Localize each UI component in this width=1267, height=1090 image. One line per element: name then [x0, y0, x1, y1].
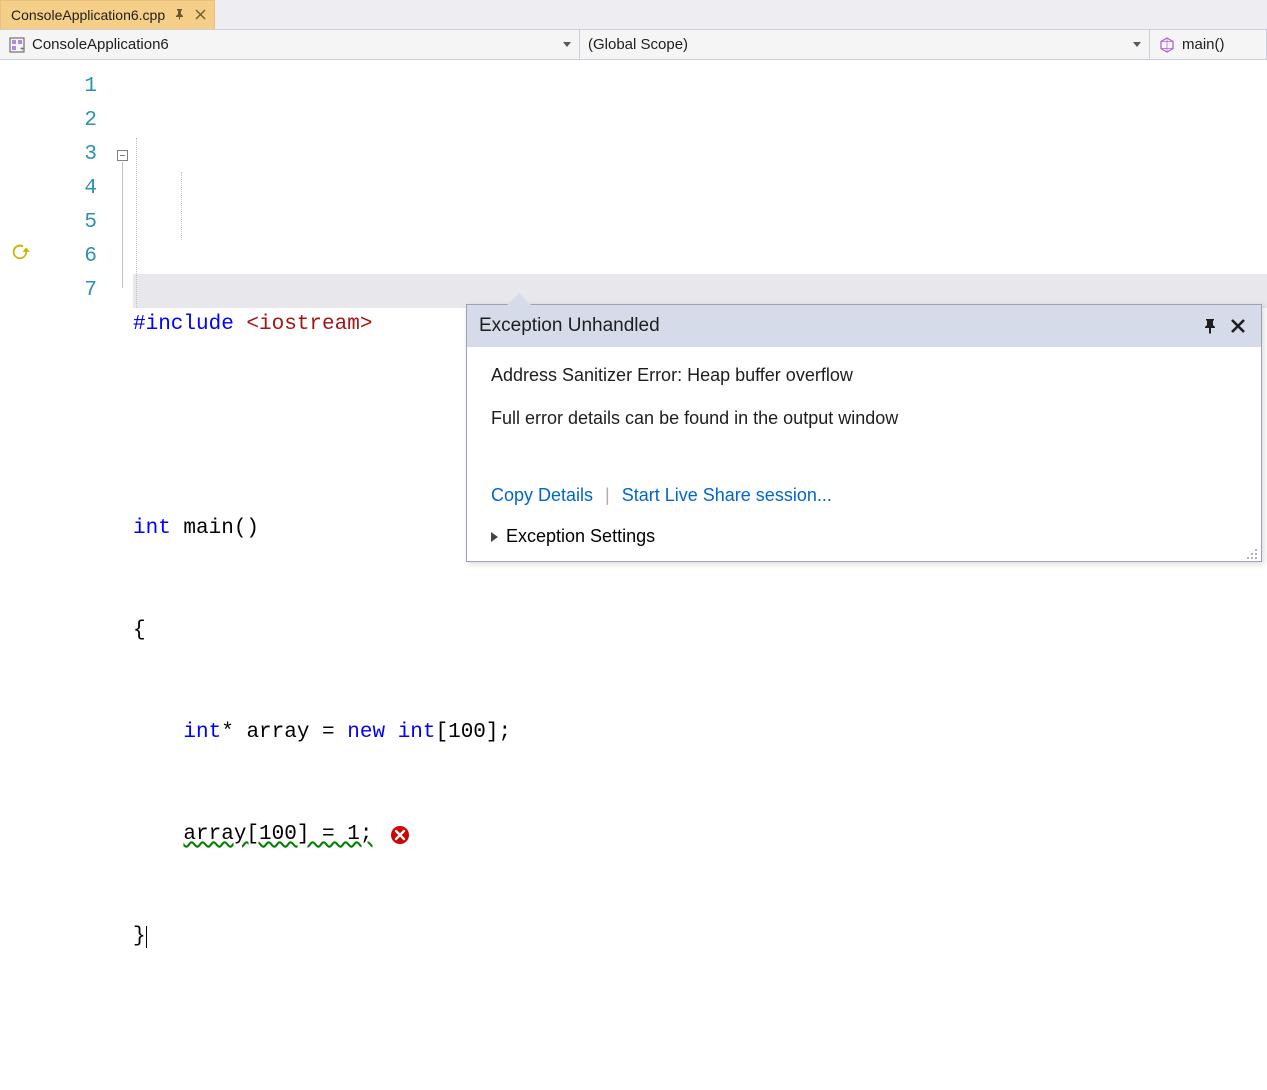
code-editor[interactable]: 1 2 3 4 5 6 7 #include <iostream> int ma… — [0, 60, 1267, 643]
fold-gutter — [115, 60, 133, 643]
indent-guide — [181, 172, 182, 240]
project-name: ConsoleApplication6 — [32, 36, 169, 53]
code-token-warning: array[100] = 1; — [183, 818, 372, 852]
line-number-gutter: 1 2 3 4 5 6 7 — [45, 60, 115, 643]
file-tab[interactable]: ConsoleApplication6.cpp — [0, 0, 215, 29]
code-area[interactable]: #include <iostream> int main() { int* ar… — [133, 60, 1267, 643]
code-token: int — [133, 512, 171, 546]
line-number: 1 — [45, 70, 97, 104]
chevron-down-icon — [563, 42, 571, 47]
code-token: int — [398, 716, 436, 750]
fold-line — [122, 162, 123, 288]
code-token: main() — [171, 512, 259, 546]
function-dropdown[interactable]: main() — [1150, 30, 1267, 59]
close-icon[interactable] — [193, 7, 208, 24]
scope-dropdown[interactable]: (Global Scope) — [580, 30, 1150, 59]
code-token: new — [347, 716, 385, 750]
tab-strip — [215, 0, 1267, 29]
code-line: array[100] = 1; — [133, 818, 1267, 852]
code-line: #include <iostream> — [133, 308, 1267, 342]
code-token: * array = — [221, 716, 347, 750]
line-number: 4 — [45, 172, 97, 206]
editor-margin — [0, 60, 45, 643]
code-token: } — [133, 920, 146, 954]
code-token — [133, 716, 183, 750]
scope-name: (Global Scope) — [588, 36, 688, 53]
line-number: 5 — [45, 206, 97, 240]
tab-bar: ConsoleApplication6.cpp — [0, 0, 1267, 30]
pin-icon[interactable] — [173, 8, 185, 23]
code-token: <iostream> — [246, 308, 372, 342]
code-line: } — [133, 920, 1267, 954]
code-line — [133, 410, 1267, 444]
nav-bar: + ConsoleApplication6 (Global Scope) mai… — [0, 30, 1267, 60]
line-number: 3 — [45, 138, 97, 172]
function-icon — [1158, 36, 1176, 54]
code-line: int* array = new int[100]; — [133, 716, 1267, 750]
code-token: [100]; — [436, 716, 512, 750]
project-dropdown[interactable]: + ConsoleApplication6 — [0, 30, 580, 59]
fold-toggle-icon[interactable] — [117, 150, 128, 161]
text-cursor — [146, 926, 147, 948]
line-number: 7 — [45, 274, 97, 308]
function-name: main() — [1182, 36, 1225, 53]
project-icon: + — [8, 36, 26, 54]
code-line: int main() — [133, 512, 1267, 546]
code-token — [133, 818, 183, 852]
code-token: int — [183, 716, 221, 750]
line-number: 2 — [45, 104, 97, 138]
execution-arrow-icon — [10, 242, 32, 267]
svg-text:+: + — [20, 46, 24, 53]
code-token — [385, 716, 398, 750]
tab-filename: ConsoleApplication6.cpp — [11, 7, 165, 23]
chevron-down-icon — [1133, 42, 1141, 47]
line-number: 6 — [45, 240, 97, 274]
code-token: #include — [133, 308, 246, 342]
error-icon[interactable] — [390, 825, 410, 845]
